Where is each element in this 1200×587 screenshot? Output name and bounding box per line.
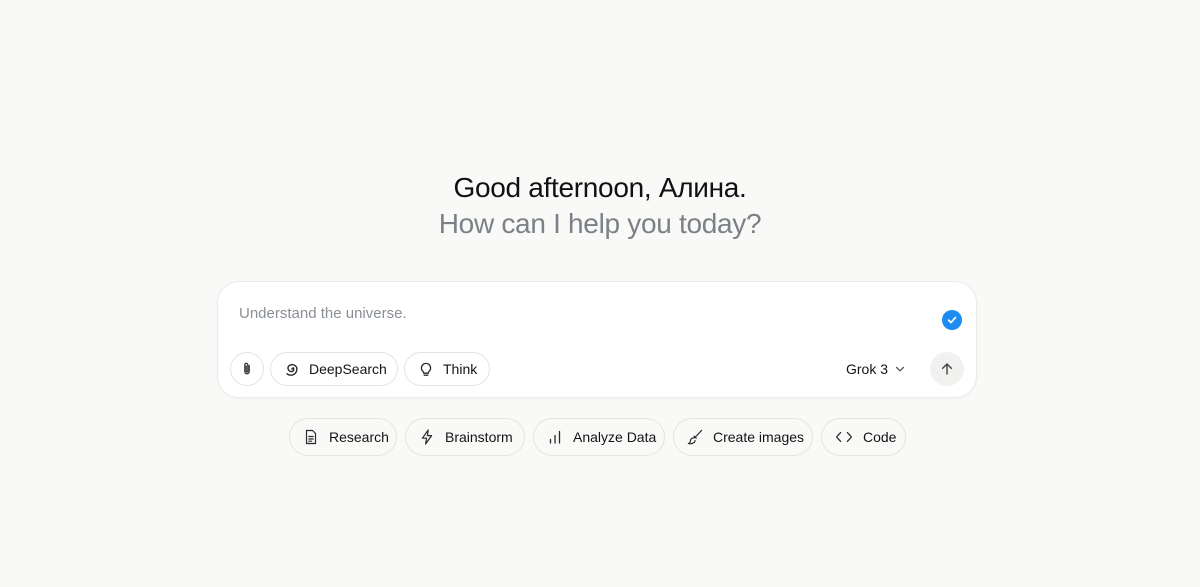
create-images-label: Create images [713,429,805,445]
model-selector[interactable]: Grok 3 [846,359,905,379]
deepsearch-label: DeepSearch [309,361,387,377]
code-chip[interactable]: Code [821,418,906,456]
think-button[interactable]: Think [404,352,490,386]
greeting: Good afternoon, Алина. How can I help yo… [0,170,1200,242]
research-label: Research [329,429,389,445]
deepsearch-button[interactable]: DeepSearch [270,352,398,386]
arrow-up-icon [939,361,955,377]
code-label: Code [863,429,897,445]
check-badge-icon [942,310,962,330]
prompt-input[interactable] [239,302,919,324]
send-button[interactable] [930,352,964,386]
think-label: Think [443,361,478,377]
paintbrush-icon [686,428,704,446]
research-chip[interactable]: Research [289,418,397,456]
code-icon [834,428,854,446]
attach-button[interactable] [230,352,264,386]
deepsearch-icon [283,360,301,378]
brainstorm-label: Brainstorm [445,429,513,445]
greeting-subtitle: How can I help you today? [438,208,762,239]
paperclip-icon [239,361,255,377]
analyze-data-label: Analyze Data [573,429,657,445]
bar-chart-icon [546,428,564,446]
message-composer: DeepSearch Think Grok 3 [217,281,977,398]
lightning-icon [418,428,436,446]
document-icon [302,428,320,446]
greeting-title: Good afternoon, Алина. [453,172,747,203]
suggestion-chips: Research Brainstorm Analyze Data Create … [0,418,1200,456]
analyze-data-chip[interactable]: Analyze Data [533,418,665,456]
lightbulb-icon [417,360,435,378]
brainstorm-chip[interactable]: Brainstorm [405,418,525,456]
chevron-down-icon [888,364,905,374]
model-label: Grok 3 [846,361,889,377]
create-images-chip[interactable]: Create images [673,418,813,456]
